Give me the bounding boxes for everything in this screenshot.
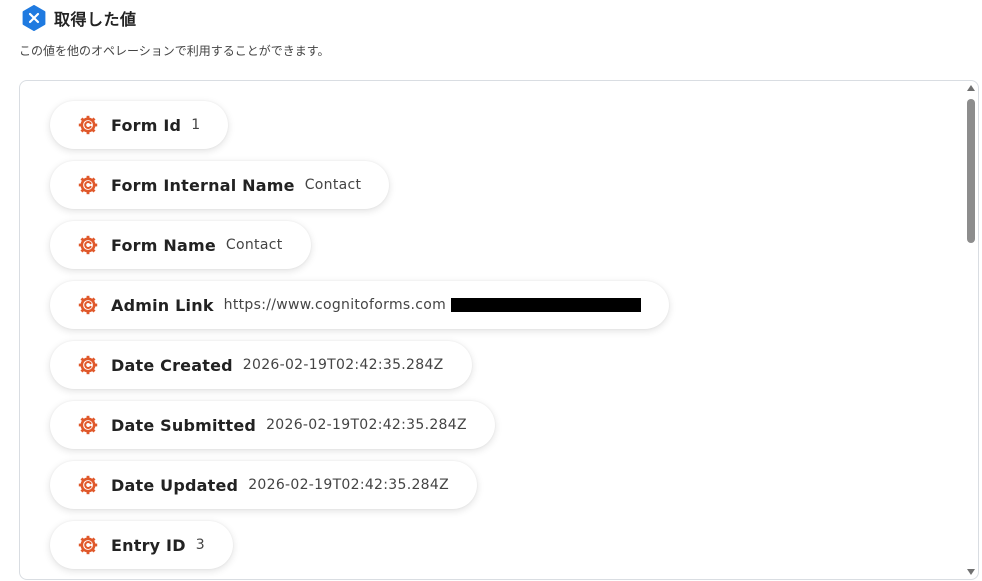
field-value: Contact xyxy=(304,177,362,193)
vertical-scrollbar[interactable] xyxy=(964,81,978,579)
field-pill-date-created[interactable]: Date Created 2026-02-19T02:42:35.284Z xyxy=(50,341,472,389)
cognito-gear-icon xyxy=(78,475,98,495)
field-value: 3 xyxy=(195,537,205,553)
field-label: Date Updated xyxy=(111,475,239,495)
field-value: 2026-02-19T02:42:35.284Z xyxy=(248,477,449,493)
redacted-block xyxy=(451,298,642,312)
field-label: Entry ID xyxy=(111,535,186,555)
field-pill-admin-link[interactable]: Admin Link https://www.cognitoforms.com xyxy=(50,281,670,329)
page-title: 取得した値 xyxy=(54,10,137,29)
scroll-up-arrow-icon[interactable] xyxy=(967,85,975,91)
cognito-gear-icon xyxy=(78,235,98,255)
x-badge-icon xyxy=(21,5,47,31)
field-pill-form-internal-name[interactable]: Form Internal Name Contact xyxy=(50,161,390,209)
field-pill-date-submitted[interactable]: Date Submitted 2026-02-19T02:42:35.284Z xyxy=(50,401,495,449)
field-label: Date Submitted xyxy=(111,415,257,435)
field-label: Date Created xyxy=(111,355,233,375)
field-value: 2026-02-19T02:42:35.284Z xyxy=(242,357,444,373)
cognito-gear-icon xyxy=(78,175,98,195)
field-label: Form Internal Name xyxy=(111,175,295,195)
field-pill-form-name[interactable]: Form Name Contact xyxy=(50,221,311,269)
cognito-gear-icon xyxy=(78,415,98,435)
header: 取得した値 xyxy=(21,5,137,31)
field-label: Admin Link xyxy=(111,295,214,315)
field-pill-date-updated[interactable]: Date Updated 2026-02-19T02:42:35.284Z xyxy=(50,461,477,509)
cognito-gear-icon xyxy=(78,295,98,315)
page-description: この値を他のオペレーションで利用することができます。 xyxy=(19,44,330,58)
cognito-gear-icon xyxy=(78,535,98,555)
values-panel: Form Id 1 Form Internal Name Contact For… xyxy=(19,80,979,580)
field-value: https://www.cognitoforms.com xyxy=(223,297,447,313)
field-value: 1 xyxy=(191,117,201,133)
scroll-down-arrow-icon[interactable] xyxy=(967,569,975,575)
field-pill-form-id[interactable]: Form Id 1 xyxy=(50,101,229,149)
scrollbar-thumb[interactable] xyxy=(967,99,975,243)
cognito-gear-icon xyxy=(78,115,98,135)
field-label: Form Id xyxy=(111,115,182,135)
field-value: Contact xyxy=(225,237,283,253)
cognito-gear-icon xyxy=(78,355,98,375)
field-pill-entry-id[interactable]: Entry ID 3 xyxy=(50,521,233,569)
field-value: 2026-02-19T02:42:35.284Z xyxy=(266,417,467,433)
field-label: Form Name xyxy=(111,235,216,255)
